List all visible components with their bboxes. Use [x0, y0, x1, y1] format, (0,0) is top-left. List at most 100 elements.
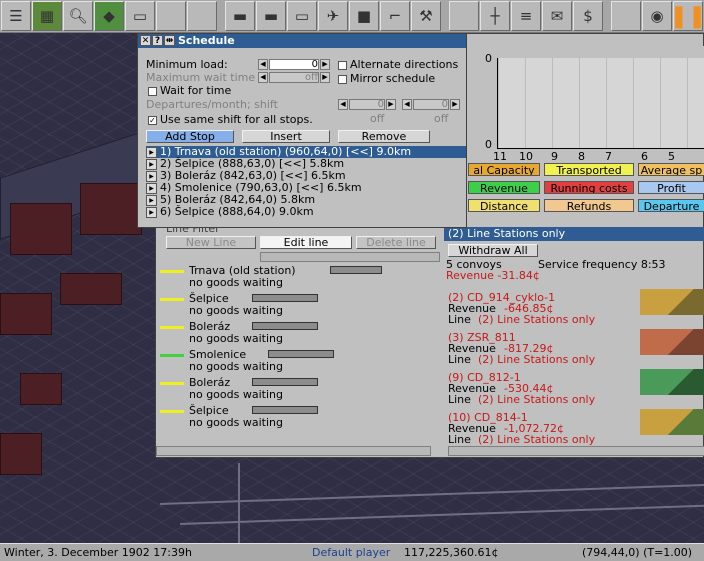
- main-toolbar: ☰ ▦ 🔍︎ ◆ ▭ ▬ ▬ ▭ ✈ ■ ⌐ ⚒ ┼ ≡ ✉ $ ◉ ❚❚: [0, 0, 704, 33]
- chart-axis-top: 0: [485, 52, 492, 65]
- tracks-icon[interactable]: ┼: [480, 1, 510, 31]
- max-wait-increase[interactable]: ▶: [320, 72, 330, 83]
- chart-tick: 8: [578, 150, 585, 163]
- window-title: Schedule: [178, 34, 235, 47]
- play-icon[interactable]: ▶: [146, 182, 157, 194]
- road-vehicle-icon[interactable]: ▬: [256, 1, 286, 31]
- shift-field[interactable]: 0: [413, 99, 449, 110]
- min-load-field[interactable]: 0: [269, 59, 319, 70]
- tool-icon[interactable]: [187, 1, 217, 31]
- play-icon[interactable]: ▶: [146, 146, 157, 158]
- vehicle-icon: [252, 322, 318, 330]
- vehicle-icon: [252, 406, 318, 414]
- chart-tick: 9: [551, 150, 558, 163]
- chip-departures[interactable]: Departure: [638, 199, 704, 212]
- locomotive-icon[interactable]: ■: [349, 1, 379, 31]
- rail-track: [238, 463, 240, 543]
- alternate-directions-label: Alternate directions: [350, 58, 459, 71]
- play-icon[interactable]: ▶: [146, 158, 157, 170]
- finance-icon[interactable]: $: [573, 1, 603, 31]
- rail-vehicle-icon[interactable]: ▬: [225, 1, 255, 31]
- pause-icon[interactable]: ❚❚: [670, 1, 704, 31]
- menu-icon[interactable]: ☰: [1, 1, 31, 31]
- blank-tool[interactable]: [449, 1, 479, 31]
- mailbox-icon[interactable]: ✉: [542, 1, 572, 31]
- departures-decrease[interactable]: ◀: [338, 99, 348, 110]
- max-wait-label: Maximum wait time: [146, 71, 256, 84]
- insert-button[interactable]: Insert: [242, 130, 330, 143]
- rail-track: [180, 503, 704, 525]
- help-icon[interactable]: ?: [152, 35, 163, 46]
- shift-decrease[interactable]: ◀: [402, 99, 412, 110]
- max-wait-field[interactable]: off: [269, 72, 319, 83]
- construction-icon[interactable]: ⚒: [411, 1, 441, 31]
- schedule-titlebar[interactable]: ✕ ? ⇹ Schedule: [138, 34, 466, 48]
- chip-revenue[interactable]: Revenue: [468, 181, 540, 194]
- chart-plot-area: [497, 58, 704, 149]
- building: [20, 373, 62, 405]
- terrain-icon[interactable]: ◆: [94, 1, 124, 31]
- wait-for-time-checkbox[interactable]: [148, 87, 157, 96]
- camera-icon[interactable]: ◉: [642, 1, 672, 31]
- add-stop-button[interactable]: Add Stop: [146, 130, 234, 143]
- vehicle-icon: [330, 266, 382, 274]
- station-color-bar: [160, 354, 184, 357]
- min-load-increase[interactable]: ▶: [320, 59, 330, 70]
- max-wait-decrease[interactable]: ◀: [258, 72, 268, 83]
- convoy-line: (2) Line Stations only: [478, 393, 596, 406]
- alternate-directions-checkbox[interactable]: [338, 61, 347, 70]
- station-status: no goods waiting: [189, 276, 283, 289]
- map-icon[interactable]: ▦: [32, 1, 62, 31]
- shift-increase[interactable]: ▶: [450, 99, 460, 110]
- building: [80, 183, 142, 235]
- edit-line-button[interactable]: Edit line: [260, 236, 352, 249]
- list-icon[interactable]: ≡: [511, 1, 541, 31]
- play-icon[interactable]: ▶: [146, 194, 157, 206]
- chip-transported[interactable]: Transported: [544, 163, 634, 176]
- train-icon[interactable]: ▭: [125, 1, 155, 31]
- departures-increase[interactable]: ▶: [386, 99, 396, 110]
- new-line-button[interactable]: New Line: [166, 236, 256, 249]
- station-color-bar: [160, 382, 184, 385]
- play-icon[interactable]: ▶: [146, 170, 157, 182]
- delete-line-button[interactable]: Delete line: [356, 236, 436, 249]
- remove-button[interactable]: Remove: [338, 130, 430, 143]
- pin-icon[interactable]: ⇹: [164, 35, 175, 46]
- line-label: Line: [448, 393, 471, 406]
- convoy-list-scrollbar[interactable]: [448, 446, 704, 456]
- status-date: Winter, 3. December 1902 17:39h: [4, 546, 192, 559]
- chip-refunds[interactable]: Refunds: [544, 199, 634, 212]
- schedule-entry[interactable]: ▶ 6) Šelpice (888,64,0) 9.0km: [146, 206, 466, 218]
- convoy-line: (2) Line Stations only: [478, 433, 596, 446]
- line-label: Line: [448, 353, 471, 366]
- tram-icon[interactable]: ▭: [287, 1, 317, 31]
- station-scrollbar[interactable]: [260, 252, 440, 262]
- play-icon[interactable]: ▶: [146, 206, 157, 218]
- same-shift-checkbox[interactable]: ✓: [148, 116, 157, 125]
- crane-icon[interactable]: ⌐: [380, 1, 410, 31]
- mirror-schedule-checkbox[interactable]: [338, 75, 347, 84]
- convoy-image: [640, 329, 704, 355]
- chip-distance[interactable]: Distance: [468, 199, 540, 212]
- blank-tool[interactable]: [611, 1, 641, 31]
- chip-capacity[interactable]: al Capacity: [468, 163, 540, 176]
- chart-tick: 11: [493, 150, 507, 163]
- chip-average-speed[interactable]: Average sp: [638, 163, 704, 176]
- tool-icon[interactable]: [156, 1, 186, 31]
- departures-field[interactable]: 0: [349, 99, 385, 110]
- chip-running-costs[interactable]: Running costs: [544, 181, 634, 194]
- chart-tick: 5: [668, 150, 675, 163]
- withdraw-all-button[interactable]: Withdraw All: [448, 244, 538, 257]
- schedule-window: ✕ ? ⇹ Schedule Minimum load: ◀ 0 ▶ Maxim…: [137, 33, 467, 228]
- close-icon[interactable]: ✕: [140, 35, 151, 46]
- station-color-bar: [160, 410, 184, 413]
- chip-profit[interactable]: Profit: [638, 181, 704, 194]
- min-load-decrease[interactable]: ◀: [258, 59, 268, 70]
- chart-axis-bottom: 0: [485, 138, 492, 151]
- vehicle-icon: [252, 294, 318, 302]
- line-label: Line: [448, 433, 471, 446]
- zoom-icon[interactable]: 🔍︎: [63, 1, 93, 31]
- aircraft-icon[interactable]: ✈: [318, 1, 348, 31]
- vehicle-icon: [252, 378, 318, 386]
- station-list-scrollbar[interactable]: [156, 446, 431, 456]
